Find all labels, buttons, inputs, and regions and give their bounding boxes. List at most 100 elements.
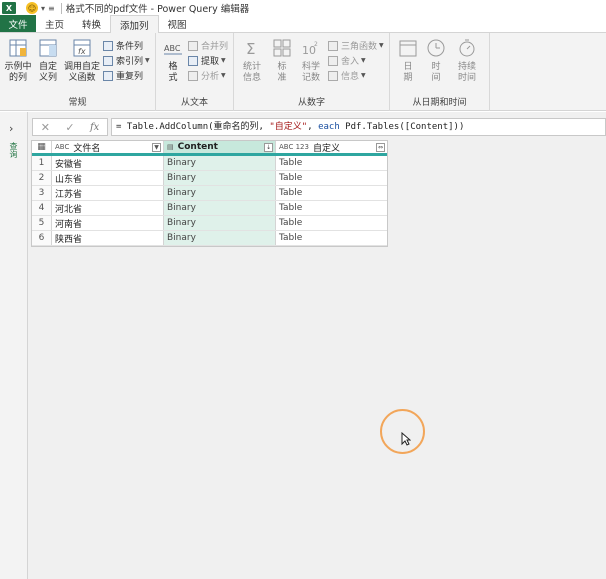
duration-label: 持续 时间	[457, 62, 476, 83]
standard-label: 标 准	[277, 62, 287, 83]
column-header-custom[interactable]: ABC 123 自定义 ⇔	[276, 141, 387, 153]
cancel-icon[interactable]: ✕	[41, 121, 50, 134]
trigonometry-button[interactable]: 三角函数 ▼	[328, 39, 384, 52]
format-icon: ABC	[164, 44, 182, 55]
scientific-label: 科学 记数	[301, 62, 320, 83]
merge-columns-button[interactable]: 合并列	[188, 39, 228, 52]
duplicate-column-button[interactable]: 重复列	[103, 69, 143, 82]
fx-icon[interactable]: fx	[90, 122, 99, 133]
merge-columns-icon	[188, 40, 198, 51]
time-label: 时 间	[431, 62, 441, 83]
trigonometry-icon	[328, 40, 338, 51]
table-row: 6 陕西省 Binary Table	[32, 231, 387, 246]
standard-button[interactable]: 标 准	[270, 38, 294, 84]
chevron-down-icon: ▼	[221, 72, 226, 79]
svg-text:2: 2	[314, 41, 318, 48]
extract-icon	[188, 55, 198, 66]
text-type-icon[interactable]: ABC	[55, 143, 69, 151]
index-column-icon	[103, 55, 113, 66]
tab-home[interactable]: 主页	[36, 15, 73, 32]
number-group: Σ 统计 信息 标 准 10 2 科学 记数 三角函数 ▼ 舍入 ▼ 信息 ▼ 从数字	[234, 33, 390, 111]
format-button[interactable]: ABC 格 式	[160, 38, 186, 84]
table-row: 3 江苏省 Binary Table	[32, 186, 387, 201]
chevron-down-icon: ▼	[361, 72, 366, 79]
column-header-filename[interactable]: ABC 文件名 ▼	[52, 141, 164, 153]
expand-icon[interactable]: ⇔	[376, 143, 385, 152]
table-row: 5 河南省 Binary Table	[32, 216, 387, 231]
invoke-function-icon: fx	[73, 39, 91, 57]
filter-dropdown-icon[interactable]: ▼	[152, 143, 161, 152]
quick-access-customize-icon[interactable]: ≡	[48, 4, 55, 13]
table-row: 1 安徽省 Binary Table	[32, 156, 387, 171]
tab-transform[interactable]: 转换	[73, 15, 110, 32]
svg-text:ABC: ABC	[164, 44, 181, 53]
queries-pane-collapsed: › 查询	[0, 112, 28, 579]
chevron-down-icon: ▼	[221, 57, 226, 64]
standard-operators-icon	[273, 39, 291, 57]
smiley-feedback-icon[interactable]: ☺	[26, 2, 38, 14]
chevron-right-icon[interactable]: ›	[9, 122, 13, 135]
chevron-down-icon: ▼	[145, 57, 150, 64]
any-type-icon[interactable]: ABC 123	[279, 143, 309, 151]
title-divider	[60, 2, 62, 14]
grid-header: ▦ ABC 文件名 ▼ ▤ Content ⇣ ABC 123 自定义 ⇔	[32, 141, 387, 156]
table-menu-icon[interactable]: ▦	[32, 141, 52, 153]
time-button[interactable]: 时 间	[424, 38, 448, 84]
rounding-button[interactable]: 舍入 ▼	[328, 54, 366, 67]
tab-file[interactable]: 文件	[0, 15, 36, 32]
table-row: 2 山东省 Binary Table	[32, 171, 387, 186]
information-icon	[328, 70, 338, 81]
example-column-icon	[9, 39, 27, 57]
formula-buttons: ✕ ✓ fx	[32, 118, 108, 136]
statistics-label: 统计 信息	[242, 62, 261, 83]
data-grid: ▦ ABC 文件名 ▼ ▤ Content ⇣ ABC 123 自定义 ⇔ 1安…	[31, 140, 388, 247]
tab-view[interactable]: 视图	[159, 15, 196, 32]
confirm-icon[interactable]: ✓	[65, 121, 74, 134]
text-group-label: 从文本	[180, 98, 208, 108]
mouse-cursor-icon	[401, 432, 411, 446]
expand-icon[interactable]: ⇣	[264, 143, 273, 152]
duration-button[interactable]: 持续 时间	[452, 38, 482, 84]
svg-text:Σ: Σ	[246, 40, 255, 58]
format-label: 格 式	[168, 62, 178, 83]
general-group: 示例中 的列 自定 义列 fx 调用自定 义函数 条件列 索引列 ▼ 重复列 常规	[0, 33, 156, 111]
information-button[interactable]: 信息 ▼	[328, 69, 366, 82]
custom-column-label: 自定 义列	[38, 62, 57, 83]
custom-column-button[interactable]: 自定 义列	[35, 38, 61, 84]
table-row: 4 河北省 Binary Table	[32, 201, 387, 216]
scientific-button[interactable]: 10 2 科学 记数	[297, 38, 325, 84]
formula-input[interactable]: = Table.AddColumn(重命名的列, "自定义", each Pdf…	[111, 118, 606, 136]
custom-column-icon	[39, 39, 57, 57]
binary-type-icon[interactable]: ▤	[167, 143, 174, 151]
clock-icon	[427, 39, 445, 57]
queries-pane-label[interactable]: 查询	[8, 142, 19, 158]
conditional-column-button[interactable]: 条件列	[103, 39, 143, 52]
parse-button[interactable]: 分析 ▼	[188, 69, 226, 82]
text-group: ABC 格 式 合并列 提取 ▼ 分析 ▼ 从文本	[156, 33, 234, 111]
calendar-icon	[399, 40, 417, 57]
conditional-column-icon	[103, 40, 113, 51]
example-column-button[interactable]: 示例中 的列	[3, 38, 33, 84]
main-area: ✕ ✓ fx = Table.AddColumn(重命名的列, "自定义", e…	[28, 112, 606, 579]
scientific-icon: 102	[302, 41, 318, 57]
column-header-content[interactable]: ▤ Content ⇣	[164, 141, 276, 153]
ribbon: 示例中 的列 自定 义列 fx 调用自定 义函数 条件列 索引列 ▼ 重复列 常规…	[0, 33, 606, 111]
chevron-down-icon: ▼	[379, 42, 384, 49]
invoke-function-button[interactable]: fx 调用自定 义函数	[63, 38, 101, 84]
svg-text:fx: fx	[78, 47, 86, 56]
quick-access-dropdown-icon[interactable]: ▾	[41, 4, 45, 13]
sigma-icon: Σ	[246, 40, 255, 58]
general-group-label: 常规	[68, 98, 87, 108]
index-column-button[interactable]: 索引列 ▼	[103, 54, 150, 67]
duplicate-column-icon	[103, 70, 113, 81]
stopwatch-icon	[459, 39, 475, 57]
parse-icon	[188, 70, 198, 81]
formula-bar: ✕ ✓ fx = Table.AddColumn(重命名的列, "自定义", e…	[32, 118, 606, 136]
datetime-group-label: 从日期和时间	[412, 98, 467, 108]
statistics-button[interactable]: Σ 统计 信息	[238, 38, 266, 84]
tab-add-column[interactable]: 添加列	[110, 15, 159, 33]
extract-button[interactable]: 提取 ▼	[188, 54, 226, 67]
chevron-down-icon: ▼	[361, 57, 366, 64]
title-bar: X ☺ ▾ ≡ 格式不同的pdf文件 - Power Query 编辑器	[0, 0, 606, 16]
date-button[interactable]: 日 期	[396, 38, 420, 84]
